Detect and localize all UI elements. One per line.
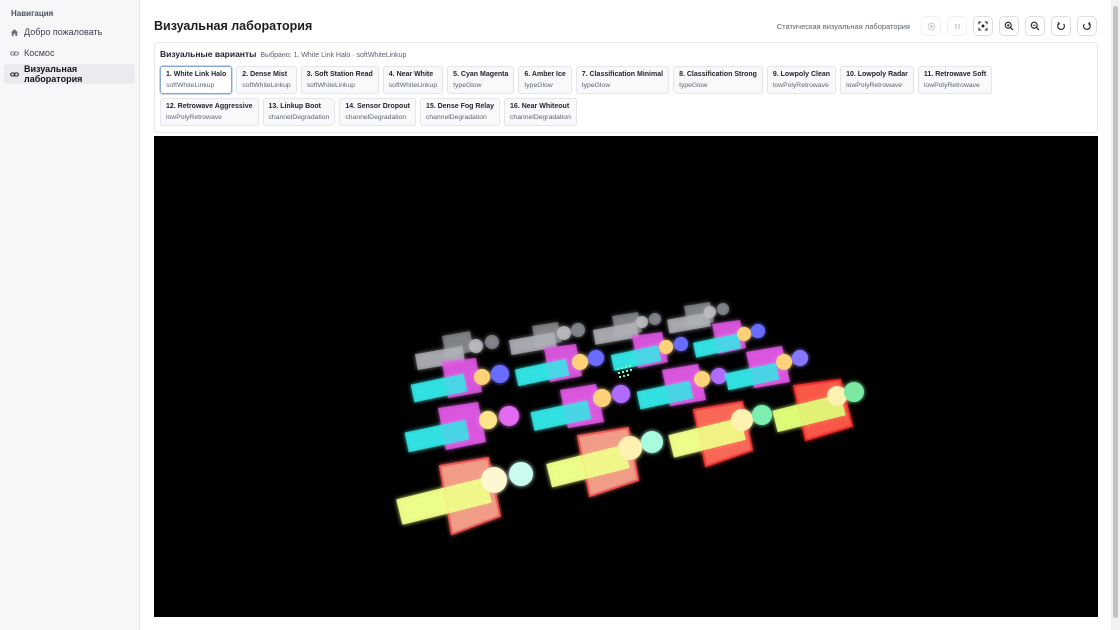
variant-card[interactable]: 8. Classification Strong typeGlow (673, 66, 763, 94)
scene-node (772, 378, 864, 442)
link-icon (10, 49, 19, 58)
rotate-left-icon (1057, 21, 1065, 30)
variant-name: 13. Linkup Boot (268, 103, 322, 110)
toolbar: Статическая визуальная лаборатория (777, 16, 1097, 36)
zoom-out-button[interactable] (1025, 16, 1045, 36)
variant-name: 4. Near White (388, 71, 434, 78)
variant-name: 12. Retrowave Aggressive (166, 103, 253, 110)
variant-list: 1. White Link Halo softWhiteLinkup 2. Den… (160, 66, 1094, 130)
variant-name: 8. Classification Strong (679, 71, 757, 78)
variant-card[interactable]: 4. Near White softWhiteLinkup (382, 66, 444, 94)
scene-node (546, 426, 663, 498)
record-icon (927, 22, 935, 30)
variant-card[interactable]: 16. Near Whiteout channelDegradation (504, 98, 577, 126)
link-icon (10, 70, 19, 79)
scene-node (636, 364, 727, 410)
variant-family: channelDegradation (268, 114, 330, 121)
variant-card[interactable]: 13. Linkup Boot channelDegradation (262, 98, 336, 126)
variant-card[interactable]: 9. Lowpoly Clean lowPolyRetrowave (766, 66, 837, 94)
variants-panel-header: Визуальные варианты Выбрано: 1. White Li… (160, 49, 406, 59)
variant-family: channelDegradation (425, 114, 487, 121)
variant-card[interactable]: 7. Classification Minimal typeGlow (575, 66, 670, 94)
variant-family: softWhiteLinkup (306, 82, 356, 89)
variant-name: 5. Cyan Magenta (453, 71, 509, 78)
focus-icon (978, 21, 988, 31)
rotate-left-button[interactable] (1051, 16, 1071, 36)
variant-name: 10. Lowpoly Radar (846, 71, 908, 78)
sidebar-item-visual-lab[interactable]: Визуальная лаборатория (4, 64, 135, 84)
page-scrollbar[interactable] (1111, 0, 1120, 630)
variant-card[interactable]: 5. Cyan Magenta typeGlow (447, 66, 515, 94)
zoom-in-icon (1004, 21, 1014, 31)
variant-name: 1. White Link Halo (166, 71, 227, 78)
variant-name: 15. Dense Fog Relay (425, 103, 495, 110)
variant-family: lowPolyRetrowave (166, 114, 222, 121)
mode-label: Статическая визуальная лаборатория (776, 21, 910, 31)
scene-node (530, 384, 630, 431)
scene-node (668, 400, 772, 468)
variant-name: 6. Amber Ice (524, 71, 566, 78)
variant-family: typeGlow (453, 82, 482, 89)
scene-node (404, 402, 519, 453)
variant-family: typeGlow (524, 82, 553, 89)
page-title: Визуальная лаборатория (154, 19, 313, 33)
sidebar: Навигация Добро пожаловать Космос Визуал… (0, 0, 140, 630)
variant-family: softWhiteLinkup (242, 82, 291, 89)
focus-button[interactable] (973, 16, 993, 36)
sidebar-item-welcome[interactable]: Добро пожаловать (4, 22, 135, 42)
rotate-right-button[interactable] (1077, 16, 1097, 36)
sidebar-item-label: Визуальная лаборатория (24, 64, 83, 84)
variant-family: softWhiteLinkup (166, 82, 215, 89)
variant-card[interactable]: 14. Sensor Dropout channelDegradation (339, 98, 416, 126)
record-button[interactable] (921, 16, 941, 36)
variant-family: typeGlow (581, 82, 611, 89)
variant-family: softWhiteLinkup (388, 82, 438, 89)
variant-family: typeGlow (679, 82, 708, 89)
variant-name: 14. Sensor Dropout (345, 103, 410, 110)
variants-panel: Визуальные варианты Выбрано: 1. White Li… (154, 42, 1098, 133)
variant-name: 9. Lowpoly Clean (772, 71, 831, 78)
zoom-out-icon (1030, 21, 1040, 31)
zoom-in-button[interactable] (999, 16, 1019, 36)
sidebar-item-label: Космос (24, 48, 55, 58)
variant-card[interactable]: 1. White Link Halo softWhiteLinkup (160, 66, 233, 94)
scene-node (396, 456, 533, 536)
variant-card[interactable]: 6. Amber Ice typeGlow (518, 66, 572, 94)
variant-card[interactable]: 15. Dense Fog Relay channelDegradation (419, 98, 501, 126)
variant-name: 7. Classification Minimal (581, 71, 664, 78)
variant-family: lowPolyRetrowave (772, 82, 829, 89)
home-icon (10, 28, 19, 37)
render-viewport[interactable] (154, 136, 1098, 617)
variant-name: 2. Dense Mist (242, 71, 288, 78)
main-content: Визуальная лаборатория Статическая визуа… (140, 0, 1120, 630)
scene-canvas (396, 302, 864, 536)
variant-family: channelDegradation (345, 114, 407, 121)
variant-card[interactable]: 11. Retrowave Soft lowPolyRetrowave (917, 66, 993, 94)
variant-family: lowPolyRetrowave (923, 82, 980, 89)
sidebar-item-cosmos[interactable]: Космос (4, 43, 135, 63)
sidebar-item-label: Добро пожаловать (24, 27, 103, 37)
variant-card[interactable]: 12. Retrowave Aggressive lowPolyRetrowave (160, 98, 259, 126)
variant-family: channelDegradation (510, 114, 571, 121)
variant-name: 16. Near Whiteout (510, 103, 570, 110)
selected-variant-text: Выбрано: 1. White Link Halo · softWhiteL… (260, 52, 407, 59)
rotate-right-icon (1083, 21, 1091, 30)
scene-node (724, 346, 808, 391)
pause-icon (954, 23, 960, 29)
variant-card[interactable]: 2. Dense Mist softWhiteLinkup (236, 66, 297, 94)
variants-panel-title: Визуальные варианты (160, 49, 257, 59)
pause-button[interactable] (947, 16, 967, 36)
variant-card[interactable]: 3. Soft Station Read softWhiteLinkup (300, 66, 379, 94)
variant-name: 3. Soft Station Read (306, 71, 373, 78)
scrollbar-thumb[interactable] (1113, 6, 1118, 618)
variant-family: lowPolyRetrowave (846, 82, 902, 89)
variant-card[interactable]: 10. Lowpoly Radar lowPolyRetrowave (840, 66, 914, 94)
variant-name: 11. Retrowave Soft (923, 71, 987, 78)
sidebar-title: Навигация (11, 9, 54, 18)
